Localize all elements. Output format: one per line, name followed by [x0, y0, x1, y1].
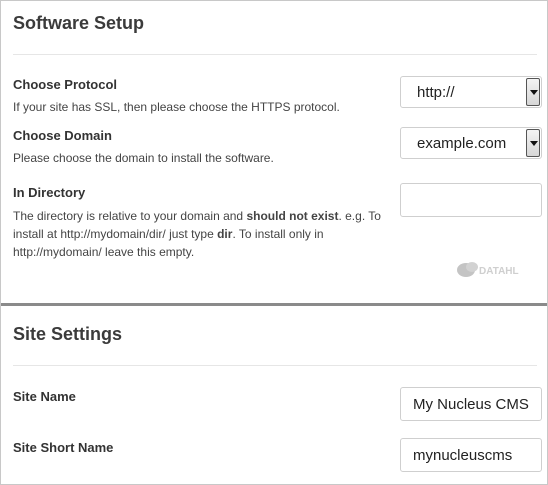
section-separator — [1, 303, 547, 306]
section-divider — [13, 365, 537, 366]
domain-select[interactable]: example.com — [400, 127, 542, 159]
site-settings-title: Site Settings — [13, 324, 123, 344]
domain-selected-value: example.com — [417, 135, 507, 152]
site-short-name-input[interactable] — [400, 438, 542, 472]
domain-label: Choose Domain — [13, 128, 112, 143]
directory-label: In Directory — [13, 185, 86, 200]
svg-text:DATAHL: DATAHL — [479, 266, 519, 277]
site-name-label: Site Name — [13, 389, 76, 404]
directory-description: The directory is relative to your domain… — [13, 209, 381, 259]
chevron-down-icon[interactable] — [526, 78, 540, 106]
protocol-selected-value: http:// — [417, 84, 455, 101]
protocol-select[interactable]: http:// — [400, 76, 542, 108]
protocol-description: If your site has SSL, then please choose… — [13, 100, 340, 114]
site-name-input[interactable] — [400, 387, 542, 421]
install-panel: Software Setup Choose Protocol If your s… — [0, 0, 548, 485]
chevron-down-icon[interactable] — [526, 129, 540, 157]
directory-input[interactable] — [400, 183, 542, 217]
site-short-name-label: Site Short Name — [13, 440, 114, 455]
protocol-label: Choose Protocol — [13, 77, 118, 92]
domain-description: Please choose the domain to install the … — [13, 151, 274, 165]
section-divider — [13, 54, 537, 55]
software-setup-title: Software Setup — [13, 13, 145, 33]
datahl-logo-icon: DATAHL — [457, 262, 519, 277]
